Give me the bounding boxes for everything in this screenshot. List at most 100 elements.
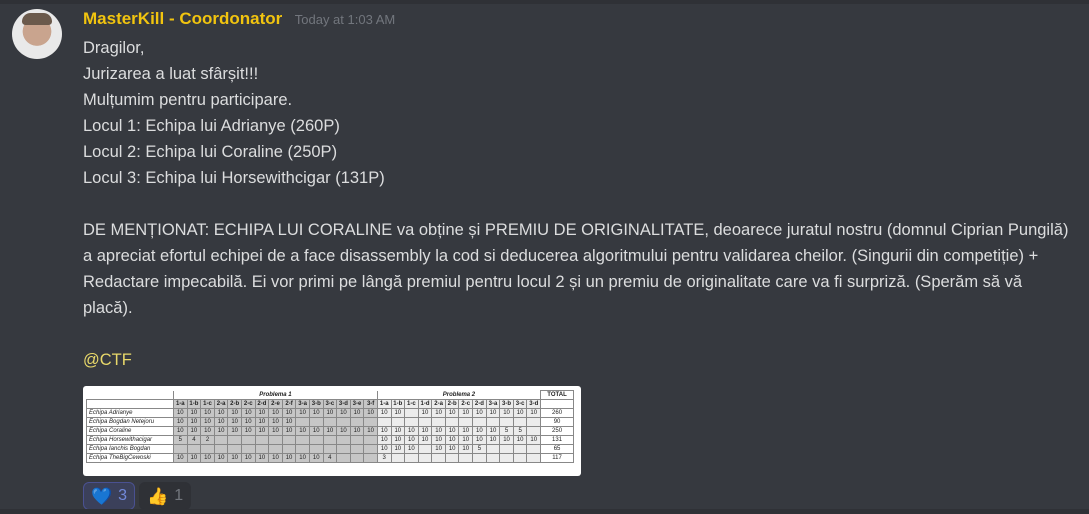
score-cell: 10: [404, 435, 419, 445]
column-header: 2-a: [431, 399, 446, 409]
score-cell: [254, 444, 270, 454]
score-cell: 10: [417, 426, 433, 436]
results-table: Problema 1 Problema 2 TOTAL 1-a 1-b 1-c 2-a 2-b…: [86, 390, 575, 463]
image-attachment[interactable]: Problema 1 Problema 2 TOTAL 1-a 1-b 1-c 2-a 2-b…: [83, 386, 581, 476]
score-cell: 10: [254, 426, 270, 436]
score-cell: 10: [499, 435, 514, 445]
column-header: 3-b: [308, 399, 324, 409]
score-cell: [512, 444, 528, 454]
score-cell: 10: [458, 444, 474, 454]
score-cell: [526, 444, 542, 454]
total-cell: 90: [540, 417, 575, 427]
score-cell: 10: [281, 453, 297, 463]
timestamp: Today at 1:03 AM: [294, 12, 396, 27]
reaction-thumbs-up[interactable]: 👍 1: [139, 482, 192, 510]
total-header: TOTAL: [540, 390, 575, 400]
team-name: Echipa TheBigCewoski: [86, 453, 174, 463]
score-cell: 10: [376, 435, 392, 445]
score-cell: [295, 417, 310, 427]
score-cell: 10: [173, 453, 188, 463]
score-cell: 10: [485, 426, 501, 436]
score-cell: 10: [512, 435, 528, 445]
message-line: Locul 3: Echipa lui Horsewithcigar (131P…: [83, 169, 385, 187]
score-cell: [336, 417, 351, 427]
score-cell: 10: [240, 453, 256, 463]
score-cell: 10: [281, 417, 297, 427]
score-cell: [349, 444, 365, 454]
column-header: 2-a: [213, 399, 229, 409]
score-cell: 10: [295, 426, 310, 436]
score-cell: 10: [431, 444, 446, 454]
total-header-blank: [540, 399, 575, 409]
column-header: 3-d: [526, 399, 542, 409]
score-cell: 10: [186, 417, 202, 427]
score-cell: [431, 417, 446, 427]
score-cell: 10: [404, 444, 419, 454]
reaction-heart[interactable]: 💙 3: [83, 482, 136, 510]
column-header: 3-c: [512, 399, 528, 409]
message-paragraph: DE MENȚIONAT: ECHIPA LUI CORALINE va obț…: [83, 221, 1069, 317]
score-cell: [499, 444, 514, 454]
score-cell: [363, 435, 378, 445]
score-cell: 10: [349, 408, 365, 418]
top-divider: [0, 0, 1089, 4]
score-cell: 10: [444, 408, 460, 418]
corner-cell: [87, 391, 174, 400]
group-header-problema-1: Problema 1: [173, 390, 378, 400]
score-cell: 10: [472, 408, 487, 418]
score-cell: 10: [322, 426, 338, 436]
score-cell: [499, 453, 514, 463]
role-mention[interactable]: @CTF: [83, 351, 132, 369]
score-cell: 10: [295, 408, 310, 418]
team-name: Echipa Coraline: [86, 426, 174, 436]
score-cell: [472, 453, 487, 463]
score-cell: 10: [376, 444, 392, 454]
score-cell: [336, 444, 351, 454]
score-cell: 10: [308, 426, 324, 436]
score-cell: 10: [254, 417, 270, 427]
score-cell: [240, 444, 256, 454]
avatar-hair: [22, 13, 52, 25]
message-content: Dragilor, Jurizarea a luat sfârșit!!! Mu…: [83, 35, 1073, 373]
score-cell: [349, 417, 365, 427]
score-cell: [268, 444, 283, 454]
column-header: 2-b: [227, 399, 242, 409]
score-cell: 10: [336, 426, 351, 436]
score-cell: 10: [458, 435, 474, 445]
column-header: 2-d: [472, 399, 487, 409]
score-cell: 10: [417, 408, 433, 418]
score-cell: [404, 453, 419, 463]
table-row: Echipa TheBigCewoski 10 10 10 10 10 10 10 10 10 10…: [86, 453, 575, 463]
score-cell: [390, 417, 406, 427]
score-cell: [322, 444, 338, 454]
table-row: Echipa Adrianye 10 10 10 10 10 10 10 10 10 10 10 10 1…: [86, 408, 575, 418]
score-cell: 10: [472, 426, 487, 436]
column-header: 3-f: [363, 399, 378, 409]
message-line: Jurizarea a luat sfârșit!!!: [83, 65, 259, 83]
score-cell: [336, 453, 351, 463]
score-cell: [444, 417, 460, 427]
column-header: 3-c: [322, 399, 338, 409]
score-cell: 10: [485, 408, 501, 418]
score-cell: 10: [213, 408, 229, 418]
avatar[interactable]: [12, 9, 62, 59]
score-cell: 10: [458, 426, 474, 436]
score-cell: 10: [268, 453, 283, 463]
score-cell: [458, 453, 474, 463]
username[interactable]: MasterKill - Coordonator: [83, 9, 282, 28]
score-cell: [308, 417, 324, 427]
score-cell: [240, 435, 256, 445]
total-cell: 65: [540, 444, 575, 454]
score-cell: 10: [227, 453, 242, 463]
score-cell: 10: [499, 408, 514, 418]
score-cell: 10: [213, 453, 229, 463]
score-cell: [417, 417, 433, 427]
score-cell: 5: [512, 426, 528, 436]
score-cell: [213, 435, 229, 445]
score-cell: [308, 435, 324, 445]
score-cell: [472, 417, 487, 427]
score-cell: [268, 435, 283, 445]
score-cell: [431, 453, 446, 463]
message-line: Locul 1: Echipa lui Adrianye (260P): [83, 117, 340, 135]
score-cell: [213, 444, 229, 454]
